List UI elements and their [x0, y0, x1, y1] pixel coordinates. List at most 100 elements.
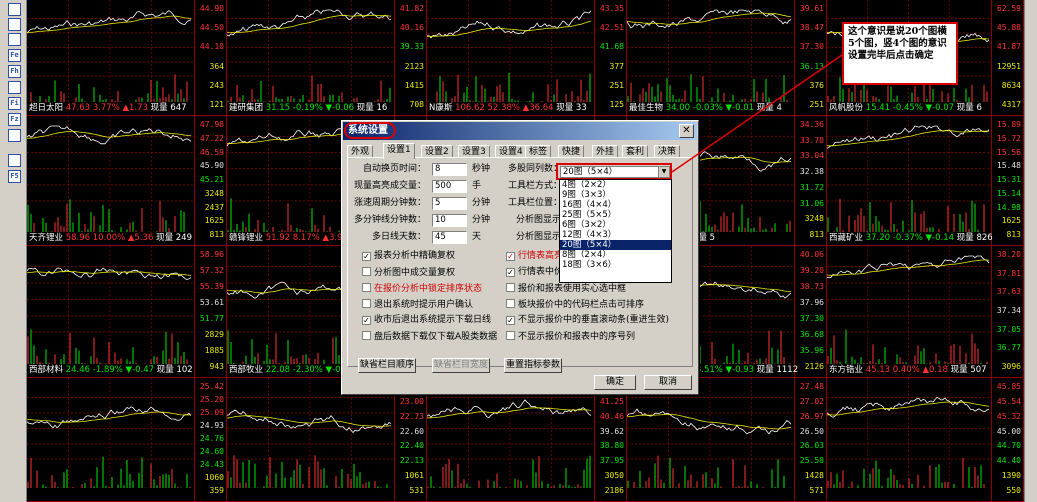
- right-scrollbar[interactable]: [1024, 0, 1037, 502]
- select-option[interactable]: 8图（2×4）: [560, 250, 671, 260]
- left-checkbox[interactable]: 盘后数据下载仅下载A股类数据: [362, 331, 497, 343]
- fi-icon[interactable]: [8, 81, 21, 94]
- field-label: 现量高亮成交量：: [353, 181, 426, 191]
- scale-tick: 40.16: [399, 23, 424, 33]
- price-scale: 40.06 39.20 38.73 37.96 37.30 36.68 35.96 2126: [794, 246, 826, 377]
- stock-chart-cell[interactable]: 39.61 38.47 37.30 36.13 376 251 最佳生物 34.00 -0.…: [627, 0, 827, 116]
- left-checkbox[interactable]: ✓ 报表分析中精确复权: [362, 251, 455, 262]
- select-option[interactable]: 12图（4×3）: [560, 230, 671, 240]
- checkbox-icon[interactable]: [506, 283, 515, 292]
- stock-chart-cell[interactable]: 44.90 44.50 44.10 364 243 121 超日太阳 47.63 3.77%…: [27, 0, 227, 116]
- scale-tick: 813: [1006, 230, 1021, 239]
- scale-tick: 2186: [604, 486, 624, 495]
- select-option[interactable]: 20图（5×4）: [560, 240, 671, 250]
- window-icon[interactable]: [8, 18, 21, 31]
- right-checkbox[interactable]: ✓ 不显示报价中的垂直滚动条(重进生效): [506, 315, 669, 326]
- stock-chart-cell[interactable]: 43.35 42.51 41.68 377 251 125 N康斯 106.62 52.38…: [427, 0, 627, 116]
- default-column-order-button[interactable]: 缺省栏目顺序: [358, 358, 416, 373]
- stock-title[interactable]: 最佳生物 34.00 -0.03% ▼-0.01 现量 4: [629, 103, 782, 114]
- checkbox-icon[interactable]: [362, 299, 371, 308]
- price-scale: 15.89 15.72 15.56 15.48 15.31 15.14 14.98 1625 8…: [991, 116, 1023, 245]
- left-checkbox[interactable]: 分析图中成交量复权: [362, 267, 455, 279]
- field-input[interactable]: 5: [432, 197, 467, 210]
- select-options-list[interactable]: 4图（2×2） 9图（3×3） 16图（4×4） 25图（5×5） 6图（3×2） 12图…: [559, 179, 672, 283]
- field-input[interactable]: 10: [432, 214, 467, 227]
- stock-title[interactable]: N康斯 106.62 52.38% ▲36.64 现量 33: [429, 103, 587, 114]
- scale-tick: 38.47: [799, 23, 824, 33]
- checkbox-icon[interactable]: [362, 283, 371, 292]
- left-checkbox[interactable]: 退出系统时提示用户确认: [362, 299, 473, 311]
- select-option[interactable]: 9图（3×3）: [560, 190, 671, 200]
- stock-chart-cell[interactable]: 47.98 47.22 46.59 45.90 45.21 3248 2437 1625 813…: [27, 116, 227, 246]
- tab-1[interactable]: 设置1: [383, 143, 415, 159]
- field-input[interactable]: 8: [432, 163, 467, 176]
- stock-title[interactable]: 西部材料 24.46 -1.89% ▼-0.47 现量 102: [29, 365, 193, 376]
- fq-icon[interactable]: [8, 129, 21, 142]
- cancel-button[interactable]: 取消: [644, 375, 692, 390]
- stock-chart-cell[interactable]: 45.85 45.54 45.32 45.00 44.70 44.40 1390 550: [827, 378, 1024, 502]
- fe-icon[interactable]: Fe: [8, 49, 21, 62]
- right-checkbox[interactable]: ✓ 行情表高亮: [506, 251, 563, 262]
- fm-icon[interactable]: Fz: [8, 113, 21, 126]
- fz-icon[interactable]: Fi: [8, 97, 21, 110]
- scale-tick: 15.72: [996, 133, 1021, 143]
- stock-title[interactable]: 风帆股份 15.41 -0.45% ▼-0.07 现量 6: [829, 103, 982, 114]
- scale-tick: 38.80: [599, 441, 624, 451]
- checkbox-label: 盘后数据下载仅下载A股类数据: [374, 332, 498, 342]
- scale-tick: 571: [809, 486, 824, 495]
- scale-tick: 32.38: [799, 167, 824, 177]
- window-icon[interactable]: [8, 33, 21, 46]
- scale-tick: 4317: [1001, 100, 1021, 109]
- stock-volume: 现量 1112: [756, 365, 799, 375]
- select-option[interactable]: 4图（2×2）: [560, 180, 671, 190]
- checkbox-icon[interactable]: [506, 299, 515, 308]
- fh-icon[interactable]: Fh: [8, 65, 21, 78]
- chart-line-icon[interactable]: [8, 3, 21, 16]
- dialog-titlebar[interactable]: 系统设置 ✕: [343, 122, 697, 140]
- stock-chart-cell[interactable]: 58.96 57.32 55.39 53.61 51.77 2829 1885 943 西部材料…: [27, 246, 227, 378]
- close-button[interactable]: ✕: [679, 124, 694, 138]
- checkbox-icon[interactable]: [506, 331, 515, 340]
- left-checkbox[interactable]: ✓ 收市后退出系统提示下载日线: [362, 315, 491, 326]
- stock-title[interactable]: 天齐锂业 58.96 10.00% ▲5.36 现量 249: [29, 233, 192, 244]
- field-input[interactable]: 45: [432, 231, 467, 244]
- stock-chart-cell[interactable]: 15.89 15.72 15.56 15.48 15.31 15.14 14.98 1625 8…: [827, 116, 1024, 246]
- stock-chart-cell[interactable]: 25.42 25.20 25.09 24.93 24.76 24.60 24.43 1060 3…: [27, 378, 227, 502]
- stock-title[interactable]: 建研集团 31.15 -0.19% ▼-0.06 现量 16: [229, 103, 387, 114]
- select-option[interactable]: 18图（3×6）: [560, 260, 671, 270]
- checkbox-icon[interactable]: ✓: [506, 316, 515, 325]
- price-scale: 41.82 40.16 39.33 2123 1415 708: [394, 0, 426, 115]
- scale-tick: 376: [809, 80, 824, 90]
- select-option[interactable]: 25图（5×5）: [560, 210, 671, 220]
- stock-title[interactable]: 西藏矿业 37.20 -0.37% ▼-0.14 现量 826: [829, 233, 993, 244]
- right-checkbox[interactable]: ✓ 行情表中价: [506, 267, 563, 278]
- scale-tick: 44.50: [199, 23, 224, 33]
- stock-title[interactable]: 超日太阳 47.63 3.77% ▲1.73 现量 647: [29, 103, 187, 114]
- stock-chart-cell[interactable]: 23.2723.0022.7322.6022.4022.131061531: [227, 378, 427, 502]
- checkbox-icon[interactable]: ✓: [362, 252, 371, 261]
- default-column-width-button[interactable]: 缺省栏目宽度: [432, 358, 490, 373]
- ok-button[interactable]: 确定: [594, 375, 636, 390]
- reset-indicator-button[interactable]: 重置指标参数: [504, 358, 562, 373]
- select-option[interactable]: 16图（4×4）: [560, 200, 671, 210]
- scale-tick: 27.48: [799, 382, 824, 391]
- checkbox-icon[interactable]: ✓: [506, 252, 515, 261]
- stock-chart-cell[interactable]: 38.20 37.81 37.63 37.34 37.05 36.77 3096 东方锆业 4…: [827, 246, 1024, 378]
- f5-icon[interactable]: F5: [8, 170, 21, 183]
- chart-bars-icon[interactable]: [8, 154, 21, 167]
- checkbox-icon[interactable]: [362, 331, 371, 340]
- right-checkbox[interactable]: 不显示报价和报表中的序号列: [506, 331, 635, 343]
- checkbox-icon[interactable]: ✓: [362, 316, 371, 325]
- select-option[interactable]: 6图（3×2）: [560, 220, 671, 230]
- stock-chart-cell[interactable]: 42.0441.2540.4639.6238.8037.9530502186: [427, 378, 627, 502]
- price-scale: 43.35 42.51 41.68 377 251 125: [594, 0, 626, 115]
- stock-chart-cell[interactable]: 41.82 40.16 39.33 2123 1415 708 建研集团 31.15 -0.…: [227, 0, 427, 116]
- field-input[interactable]: 500: [432, 180, 467, 193]
- checkbox-icon[interactable]: [362, 267, 371, 276]
- right-checkbox[interactable]: 报价和报表使用实心选中框: [506, 283, 626, 295]
- stock-title[interactable]: 东方锆业 45.13 0.40% ▲0.18 现量 507: [829, 365, 987, 376]
- stock-chart-cell[interactable]: 27.48 27.02 26.97 26.50 26.03 25.58 1428 571: [627, 378, 827, 502]
- checkbox-icon[interactable]: ✓: [506, 268, 515, 277]
- left-checkbox[interactable]: 在报价分析中锁定排序状态: [362, 283, 482, 295]
- right-checkbox[interactable]: 板块报价中的代码栏点击可排序: [506, 299, 644, 311]
